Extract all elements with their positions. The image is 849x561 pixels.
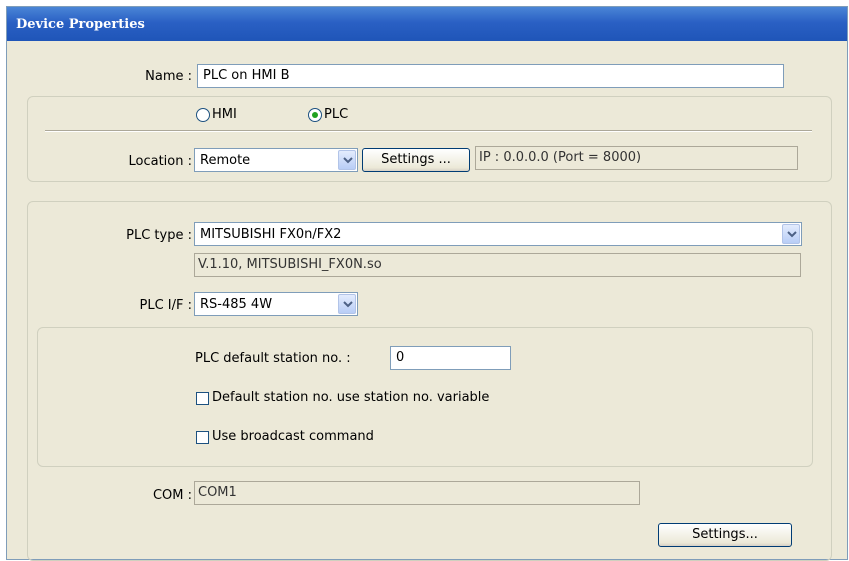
chevron-down-icon[interactable] (782, 224, 800, 244)
location-separator (45, 130, 812, 132)
plc-type-select-value: MITSUBISHI FX0n/FX2 (200, 227, 342, 242)
plc-if-select[interactable]: RS-485 4W (194, 292, 358, 316)
hmi-radio[interactable] (196, 108, 210, 122)
plc-if-select-value: RS-485 4W (200, 297, 273, 312)
hmi-radio-label: HMI (212, 107, 237, 122)
name-field[interactable]: PLC on HMI B (197, 64, 784, 88)
name-label: Name : (145, 69, 192, 84)
broadcast-command-checkbox[interactable] (196, 431, 209, 444)
chevron-down-icon[interactable] (338, 150, 356, 170)
use-station-variable-checkbox[interactable] (196, 392, 209, 405)
ip-info-field: IP : 0.0.0.0 (Port = 8000) (475, 146, 798, 170)
default-station-field[interactable]: 0 (390, 346, 511, 370)
location-select-value: Remote (200, 153, 251, 168)
plc-if-label: PLC I/F : (139, 298, 193, 313)
com-settings-button[interactable]: Settings... (658, 523, 792, 547)
chevron-down-icon[interactable] (338, 294, 356, 314)
location-select[interactable]: Remote (194, 148, 358, 172)
com-label: COM : (152, 488, 192, 503)
plc-radio[interactable] (308, 108, 322, 122)
location-settings-button[interactable]: Settings ... (362, 148, 470, 172)
use-station-variable-label: Default station no. use station no. vari… (212, 390, 490, 405)
title-bar[interactable]: Device Properties (7, 7, 847, 41)
default-station-label: PLC default station no. : (195, 351, 351, 366)
driver-info-field: V.1.10, MITSUBISHI_FX0N.so (194, 253, 801, 277)
broadcast-command-label: Use broadcast command (212, 429, 374, 444)
plc-radio-dot (312, 112, 318, 118)
plc-type-label: PLC type : (126, 228, 192, 243)
window-title: Device Properties (16, 17, 145, 32)
device-properties-window: Device Properties Name : PLC on HMI B HM… (6, 6, 848, 561)
plc-type-select[interactable]: MITSUBISHI FX0n/FX2 (194, 222, 802, 246)
location-label: Location : (128, 154, 193, 169)
com-field: COM1 (194, 481, 640, 505)
plc-radio-label: PLC (324, 107, 349, 122)
